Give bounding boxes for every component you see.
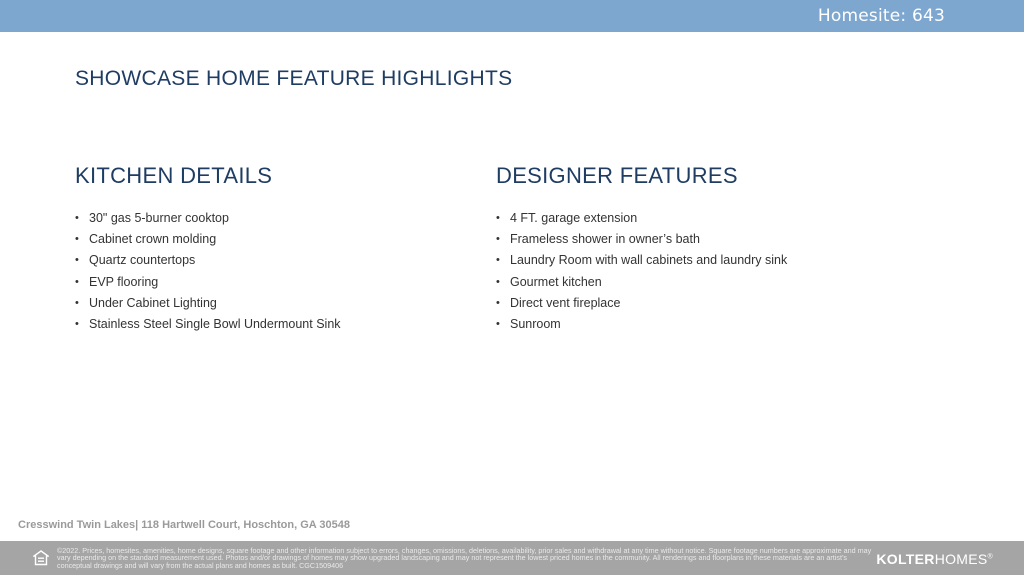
bullet-icon: • xyxy=(75,254,79,267)
list-item: • Quartz countertops xyxy=(75,250,475,271)
list-item-text: Quartz countertops xyxy=(89,253,196,268)
list-item-text: 30" gas 5-burner cooktop xyxy=(89,211,229,225)
bullet-icon: • xyxy=(496,296,500,309)
designer-features-heading: DESIGNER FEATURES xyxy=(496,163,738,188)
equal-housing-icon xyxy=(33,550,49,566)
logo-bold-text: KOLTER xyxy=(876,551,935,567)
bullet-icon: • xyxy=(75,275,79,288)
designer-features-section: DESIGNER FEATURES • 4 FT. garage extensio… xyxy=(496,163,896,335)
homesite-label: Homesite: 643 xyxy=(817,6,945,26)
logo-mark: ® xyxy=(987,553,993,561)
bullet-icon: • xyxy=(75,317,79,330)
list-item: • Under Cabinet Lighting xyxy=(75,293,475,314)
bullet-icon: • xyxy=(75,296,79,309)
list-item: • EVP flooring xyxy=(75,272,475,293)
bullet-icon: • xyxy=(496,317,500,330)
bullet-icon: • xyxy=(496,254,500,267)
bullet-icon: • xyxy=(75,233,79,246)
list-item: • Laundry Room with wall cabinets and lau… xyxy=(496,250,896,271)
bullet-icon: • xyxy=(75,212,79,224)
list-item-text: Under Cabinet Lighting xyxy=(89,295,217,310)
list-item: • Gourmet kitchen xyxy=(496,272,896,293)
list-item-text: Laundry Room with wall cabinets and laun… xyxy=(510,253,788,268)
list-item: • 4 FT. garage extension xyxy=(496,208,896,229)
list-item-text: Cabinet crown molding xyxy=(89,232,217,247)
kitchen-details-heading: KITCHEN DETAILS xyxy=(75,163,273,188)
list-item-text: 4 FT. garage extension xyxy=(510,211,638,225)
designer-features-list: • 4 FT. garage extension • Frameless showe… xyxy=(496,208,896,335)
list-item: • Frameless shower in owner’s bath xyxy=(496,229,896,250)
list-item-text: Stainless Steel Single Bowl Undermount S… xyxy=(89,316,341,331)
bullet-icon: • xyxy=(496,212,500,224)
list-item: • Cabinet crown molding xyxy=(75,229,475,250)
list-item: • Stainless Steel Single Bowl Undermount … xyxy=(75,314,475,335)
list-item-text: EVP flooring xyxy=(89,274,159,289)
footer-bar: ©2022. Prices, homesites, amenities, hom… xyxy=(0,541,1024,575)
bullet-icon: • xyxy=(496,233,500,246)
kolter-homes-logo: KOLTERHOMES® xyxy=(876,551,993,567)
logo-rest-text: HOMES xyxy=(934,551,988,567)
list-item-text: Direct vent fireplace xyxy=(510,295,621,310)
legal-disclaimer: ©2022. Prices, homesites, amenities, hom… xyxy=(57,546,872,570)
kitchen-details-list: • 30" gas 5-burner cooktop • Cabinet crown… xyxy=(75,208,475,335)
community-address: Cresswind Twin Lakes| 118 Hartwell Court… xyxy=(18,519,350,531)
top-banner: Homesite: 643 xyxy=(0,0,1024,32)
bullet-icon: • xyxy=(496,275,500,288)
list-item-text: Sunroom xyxy=(510,316,561,331)
list-item-text: Gourmet kitchen xyxy=(510,274,602,289)
list-item: • Sunroom xyxy=(496,314,896,335)
list-item: • 30" gas 5-burner cooktop xyxy=(75,208,475,229)
kitchen-details-section: KITCHEN DETAILS • 30" gas 5-burner cookto… xyxy=(75,163,475,335)
list-item: • Direct vent fireplace xyxy=(496,293,896,314)
list-item-text: Frameless shower in owner’s bath xyxy=(510,232,700,247)
page-title: SHOWCASE HOME FEATURE HIGHLIGHTS xyxy=(75,67,513,90)
